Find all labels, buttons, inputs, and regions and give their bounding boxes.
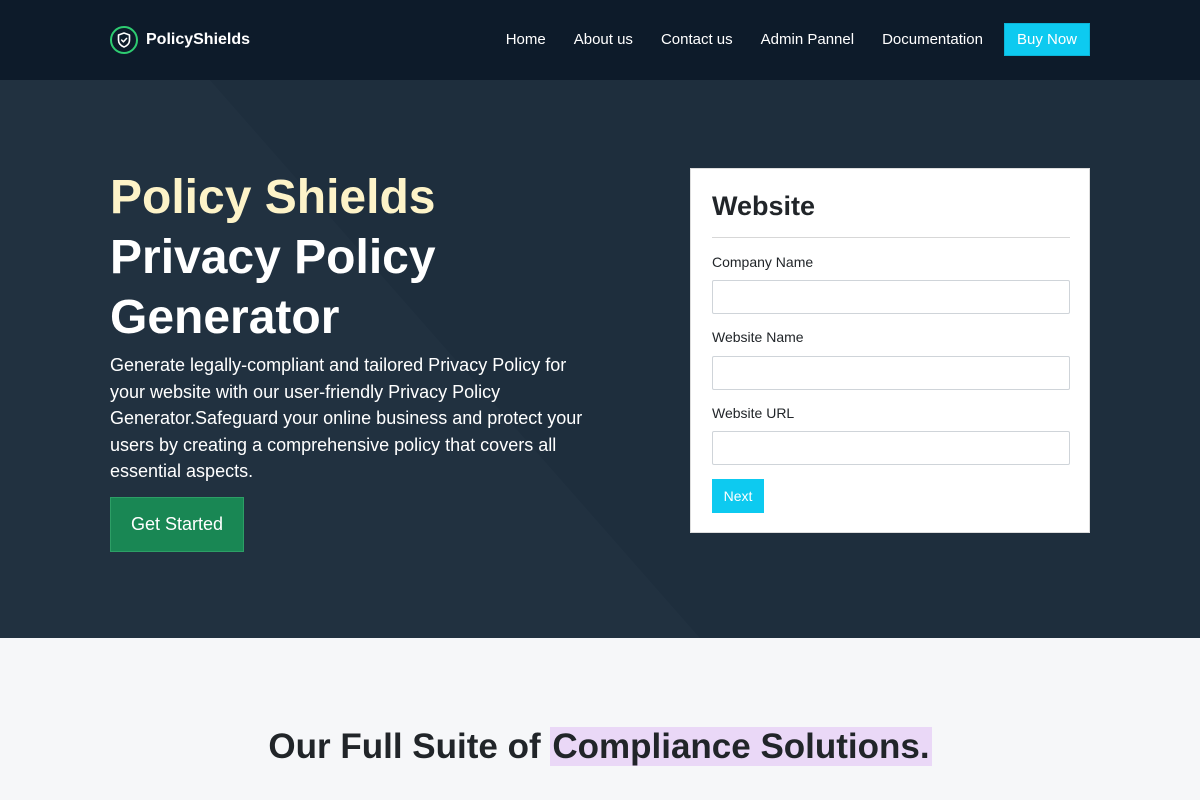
hero-description: Generate legally-compliant and tailored … [110, 355, 583, 481]
brand-logo[interactable]: PolicyShields [110, 26, 250, 54]
top-navbar: PolicyShields Home About us Contact us A… [0, 0, 1200, 80]
website-url-input[interactable] [712, 431, 1070, 465]
suite-heading-prefix: Our Full Suite of [268, 727, 541, 766]
hero-title-accent: Policy Shields [110, 171, 436, 224]
buy-now-button[interactable]: Buy Now [1003, 23, 1090, 56]
website-name-input[interactable] [712, 356, 1070, 390]
website-name-label: Website Name [712, 329, 804, 345]
nav-link-documentation[interactable]: Documentation [882, 31, 983, 48]
brand-name: PolicyShields [146, 31, 251, 48]
nav-link-about[interactable]: About us [574, 31, 633, 48]
next-button[interactable]: Next [712, 479, 764, 513]
suite-heading-highlight: Compliance Solutions. [550, 727, 932, 766]
hero-section: Policy Shields Privacy Policy Generator … [0, 80, 1200, 638]
shield-icon [110, 26, 138, 54]
nav-link-contact[interactable]: Contact us [661, 31, 733, 48]
hero-title: Policy Shields Privacy Policy Generator [110, 168, 590, 348]
website-url-label: Website URL [712, 405, 795, 421]
company-name-input[interactable] [712, 280, 1070, 314]
get-started-button[interactable]: Get Started [110, 497, 244, 552]
company-name-label: Company Name [712, 254, 814, 270]
form-divider [712, 237, 1070, 238]
hero-title-rest: Privacy Policy Generator [110, 231, 436, 344]
suite-heading: Our Full Suite of Compliance Solutions. [0, 725, 1200, 769]
website-form-card: Website Company Name Website Name Websit… [690, 168, 1090, 533]
form-title: Website [712, 191, 816, 221]
nav-link-admin[interactable]: Admin Pannel [761, 31, 854, 48]
nav-link-home[interactable]: Home [506, 31, 546, 48]
nav-menu: Home About us Contact us Admin Pannel Do… [506, 23, 1090, 56]
